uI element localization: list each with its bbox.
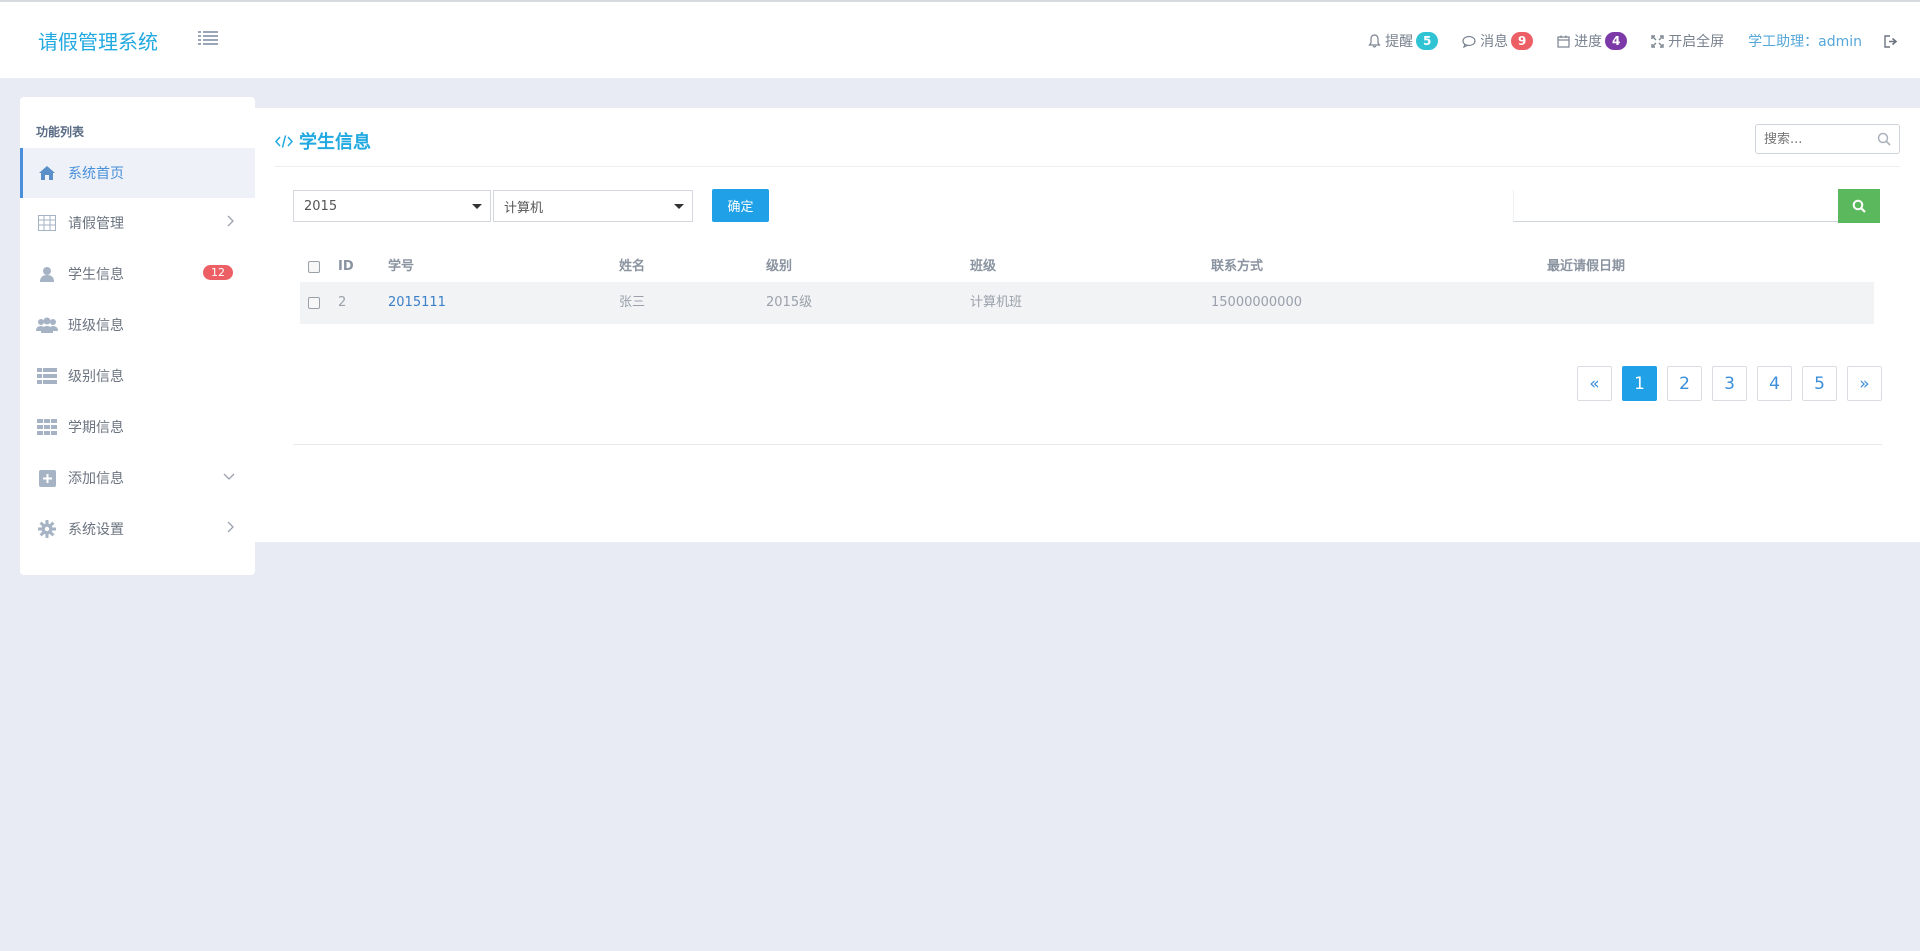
page-button-1[interactable]: 1 [1622, 366, 1657, 401]
chevron-down-icon [223, 473, 235, 480]
row-checkbox[interactable] [308, 297, 320, 309]
sidebar-item-label: 学生信息 [68, 267, 124, 283]
bell-icon [1368, 34, 1381, 48]
search-icon [1852, 199, 1866, 213]
filter-search-field[interactable] [1513, 190, 1838, 222]
user-icon [36, 264, 58, 284]
chevron-right-icon [227, 215, 234, 227]
sidebar-item-term-info[interactable]: 学期信息 [20, 402, 255, 452]
menu-toggle-icon[interactable] [198, 30, 220, 48]
fullscreen-label: 开启全屏 [1668, 34, 1725, 50]
sidebar-title: 功能列表 [36, 125, 85, 139]
progress-badge: 4 [1605, 32, 1628, 50]
sidebar: 功能列表 系统首页 请假管理 学生信息 12 班级信息 级别信息 学期信息 添加… [20, 97, 255, 575]
filter-search-button[interactable] [1838, 189, 1880, 223]
gear-icon [36, 519, 58, 539]
sidebar-item-student-info[interactable]: 学生信息 12 [20, 249, 255, 299]
column-header-student-no[interactable]: 学号 [388, 252, 414, 282]
caret-down-icon [472, 204, 482, 209]
column-header-level[interactable]: 级别 [766, 252, 792, 282]
code-icon [275, 134, 293, 148]
sidebar-item-level-info[interactable]: 级别信息 [20, 351, 255, 401]
column-header-contact[interactable]: 联系方式 [1211, 252, 1263, 282]
reminder-label: 提醒 [1385, 34, 1414, 50]
filter-search-input[interactable] [1514, 190, 1838, 221]
page-title: 学生信息 [275, 128, 371, 154]
header-nav: 提醒 5 消息 9 进度 4 开启全屏 学工助理：admin [1344, 30, 1898, 52]
cell-class: 计算机班 [970, 295, 1023, 310]
sidebar-item-home[interactable]: 系统首页 [20, 148, 255, 198]
user-account-link[interactable]: 学工助理：admin [1748, 31, 1862, 51]
year-select[interactable]: 2015 [293, 190, 491, 222]
brand-title[interactable]: 请假管理系统 [38, 26, 158, 55]
sidebar-item-add-info[interactable]: 添加信息 [20, 453, 255, 503]
sidebar-item-label: 级别信息 [68, 369, 124, 385]
confirm-button[interactable]: 确定 [712, 189, 769, 222]
message-label: 消息 [1480, 34, 1509, 50]
reminder-link[interactable]: 提醒 5 [1368, 31, 1439, 51]
message-badge: 9 [1511, 32, 1534, 50]
cell-contact: 15000000000 [1211, 295, 1302, 310]
sidebar-item-system-settings[interactable]: 系统设置 [20, 504, 255, 554]
list-icon [36, 366, 58, 386]
logout-button[interactable] [1884, 34, 1898, 48]
student-count-badge: 12 [203, 265, 233, 280]
page-button-5[interactable]: 5 [1802, 366, 1837, 401]
major-select[interactable]: 计算机 [493, 190, 693, 222]
chevron-right-icon [227, 521, 234, 533]
sidebar-item-leave-management[interactable]: 请假管理 [20, 198, 255, 248]
sidebar-item-label: 请假管理 [68, 216, 124, 232]
home-icon [36, 163, 58, 183]
top-header: 请假管理系统 提醒 5 消息 9 进度 4 开启全屏 学工助理：admin [0, 0, 1920, 78]
search-input[interactable] [1764, 131, 1874, 147]
grid-icon [36, 417, 58, 437]
table-row[interactable]: 2 2015111 张三 2015级 计算机班 15000000000 [300, 282, 1874, 324]
cell-student-no-link[interactable]: 2015111 [388, 282, 446, 324]
plus-square-icon [36, 468, 58, 488]
page-next-button[interactable]: » [1847, 366, 1882, 401]
sidebar-item-label: 系统首页 [68, 166, 124, 182]
sidebar-item-label: 系统设置 [68, 522, 124, 538]
reminder-badge: 5 [1416, 32, 1439, 50]
page-prev-button[interactable]: « [1577, 366, 1612, 401]
fullscreen-link[interactable]: 开启全屏 [1651, 31, 1724, 51]
sidebar-item-label: 学期信息 [68, 420, 124, 436]
content-divider [293, 444, 1882, 445]
year-select-value: 2015 [304, 198, 338, 214]
progress-label: 进度 [1574, 34, 1603, 50]
select-all-checkbox[interactable] [308, 261, 320, 273]
column-header-class[interactable]: 班级 [970, 252, 996, 282]
sidebar-item-class-info[interactable]: 班级信息 [20, 300, 255, 350]
calendar-icon [1557, 35, 1570, 48]
major-select-value: 计算机 [504, 200, 544, 216]
users-icon [36, 315, 58, 335]
message-link[interactable]: 消息 9 [1462, 31, 1534, 51]
page-title-text: 学生信息 [299, 132, 371, 153]
table-icon [36, 213, 58, 233]
table-header: ID 学号 姓名 级别 班级 联系方式 最近请假日期 [300, 252, 1874, 282]
expand-icon [1651, 34, 1664, 48]
sidebar-item-label: 班级信息 [68, 318, 124, 334]
column-header-id[interactable]: ID [338, 252, 354, 282]
cell-name: 张三 [619, 295, 646, 310]
progress-link[interactable]: 进度 4 [1557, 31, 1628, 51]
caret-down-icon [674, 204, 684, 209]
cell-id: 2 [338, 295, 347, 310]
column-header-name[interactable]: 姓名 [619, 252, 645, 282]
main-panel: 学生信息 2015 计算机 确定 ID 学号 姓名 级别 班级 联系方式 最近请… [255, 108, 1920, 542]
column-header-last-leave[interactable]: 最近请假日期 [1547, 252, 1625, 282]
sidebar-item-label: 添加信息 [68, 471, 124, 487]
cell-level: 2015级 [766, 295, 813, 310]
page-button-3[interactable]: 3 [1712, 366, 1747, 401]
title-divider [275, 166, 1900, 167]
comment-icon [1462, 35, 1476, 48]
search-icon[interactable] [1877, 132, 1891, 146]
header-search-box[interactable] [1755, 124, 1900, 154]
page-button-4[interactable]: 4 [1757, 366, 1792, 401]
sign-out-icon [1884, 34, 1898, 48]
page-button-2[interactable]: 2 [1667, 366, 1702, 401]
pagination: « 1 2 3 4 5 » [1577, 366, 1882, 401]
